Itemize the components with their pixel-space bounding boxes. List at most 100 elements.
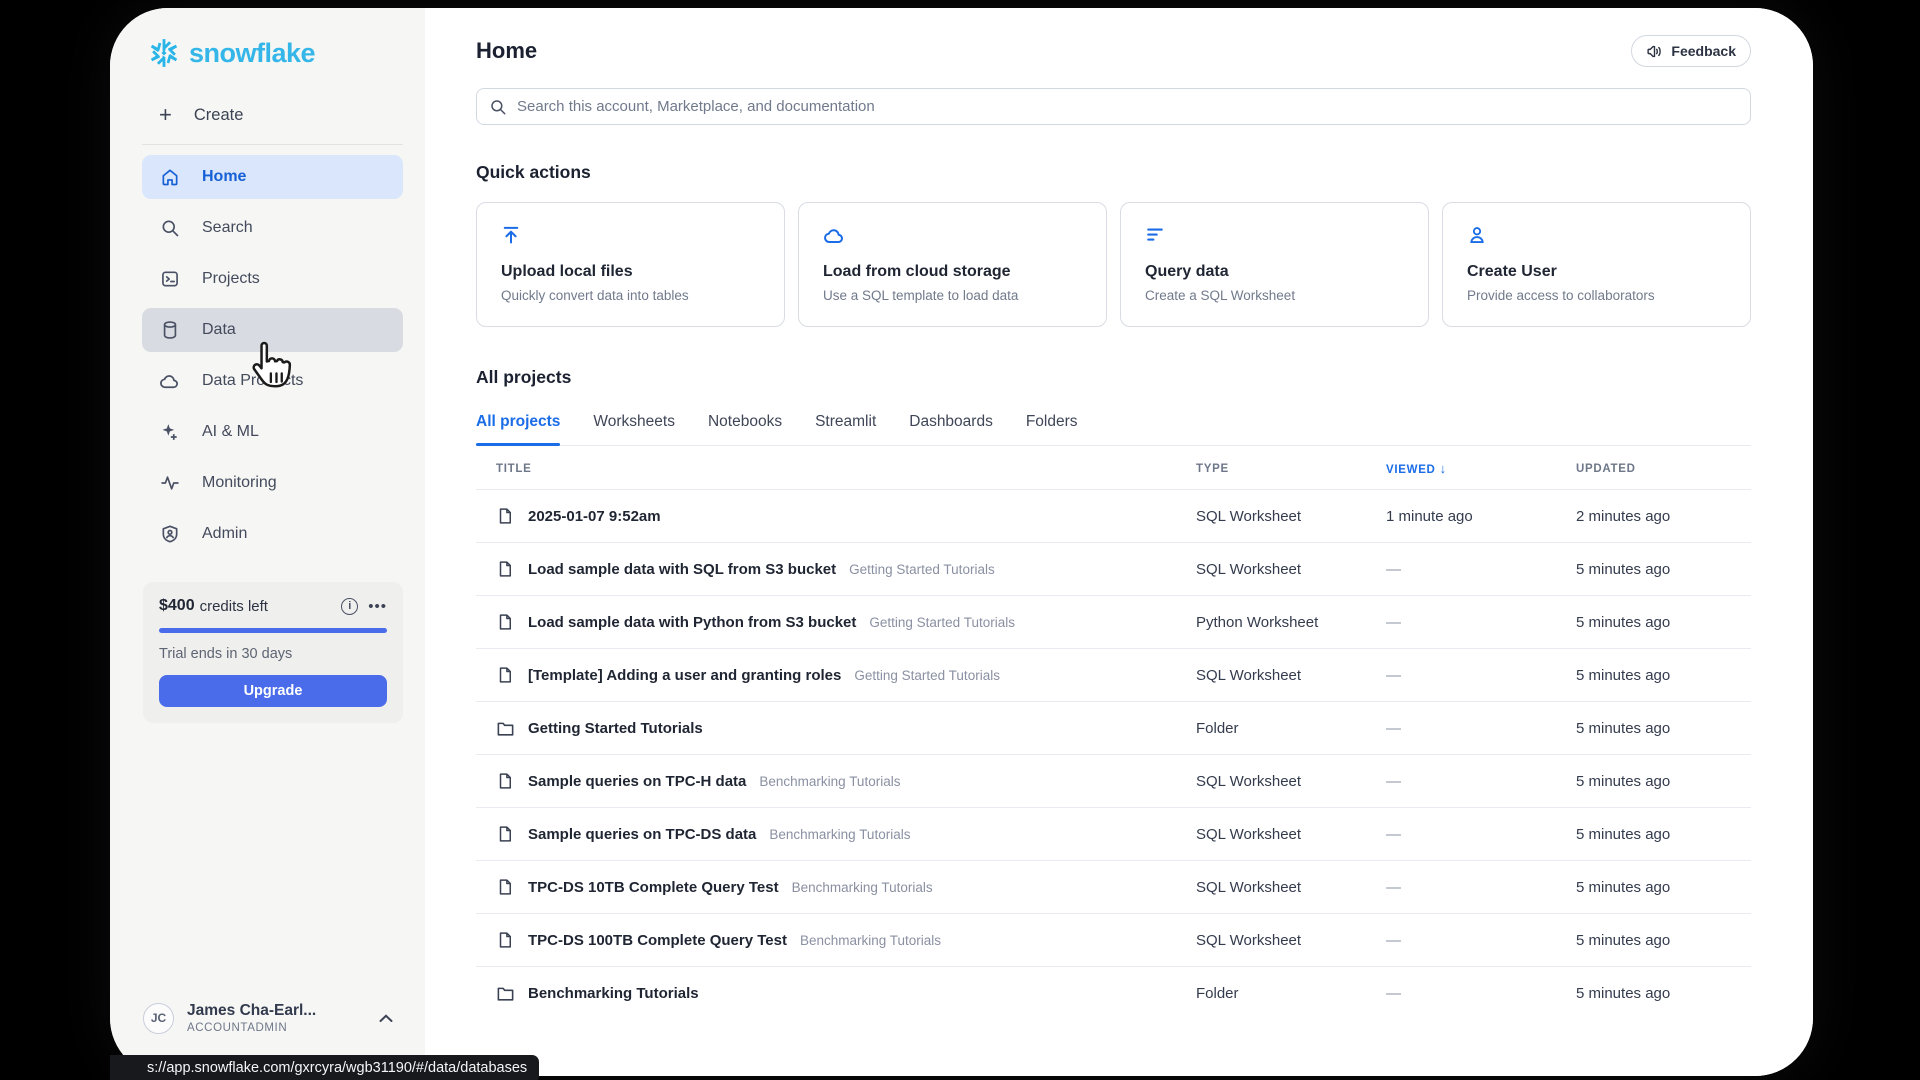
user-role: ACCOUNTADMIN: [187, 1022, 316, 1034]
row-viewed: —: [1386, 561, 1576, 578]
row-title: [Template] Adding a user and granting ro…: [528, 667, 841, 684]
sidebar: snowflake + Create Home Search: [110, 8, 425, 1076]
avatar: JC: [143, 1003, 174, 1034]
row-title: 2025-01-07 9:52am: [528, 508, 661, 525]
row-updated: 2 minutes ago: [1576, 508, 1751, 525]
row-title: Load sample data with SQL from S3 bucket: [528, 561, 836, 578]
logo-wordmark: snowflake: [189, 38, 315, 69]
row-badge: Getting Started Tutorials: [849, 562, 995, 577]
user-menu[interactable]: JC James Cha-Earl... ACCOUNTADMIN: [143, 1002, 393, 1034]
row-viewed: —: [1386, 985, 1576, 1002]
row-updated: 5 minutes ago: [1576, 614, 1751, 631]
row-viewed: —: [1386, 720, 1576, 737]
table-row[interactable]: Benchmarking Tutorials Folder — 5 minute…: [476, 966, 1751, 1019]
row-type: SQL Worksheet: [1196, 826, 1386, 843]
sidebar-item-search[interactable]: Search: [142, 206, 403, 250]
credits-label: credits left: [200, 598, 268, 615]
row-updated: 5 minutes ago: [1576, 985, 1751, 1002]
table-row[interactable]: TPC-DS 10TB Complete Query Test Benchmar…: [476, 860, 1751, 913]
tab-worksheets[interactable]: Worksheets: [593, 413, 675, 445]
tab-notebooks[interactable]: Notebooks: [708, 413, 782, 445]
feedback-button[interactable]: Feedback: [1631, 35, 1751, 67]
column-header-updated[interactable]: UPDATED: [1576, 463, 1751, 475]
row-badge: Benchmarking Tutorials: [792, 880, 933, 895]
more-options-icon[interactable]: •••: [368, 598, 387, 615]
table-row[interactable]: 2025-01-07 9:52am SQL Worksheet 1 minute…: [476, 489, 1751, 542]
document-icon: [496, 560, 515, 579]
sidebar-item-ai-ml[interactable]: AI & ML: [142, 410, 403, 454]
tab-folders[interactable]: Folders: [1026, 413, 1078, 445]
document-icon: [496, 613, 515, 632]
row-updated: 5 minutes ago: [1576, 720, 1751, 737]
row-viewed: —: [1386, 879, 1576, 896]
row-type: Folder: [1196, 985, 1386, 1002]
upload-icon: [501, 225, 760, 247]
row-badge: Benchmarking Tutorials: [800, 933, 941, 948]
row-badge: Benchmarking Tutorials: [769, 827, 910, 842]
card-create-user[interactable]: Create User Provide access to collaborat…: [1442, 202, 1751, 327]
row-type: SQL Worksheet: [1196, 932, 1386, 949]
row-updated: 5 minutes ago: [1576, 561, 1751, 578]
tab-streamlit[interactable]: Streamlit: [815, 413, 876, 445]
sidebar-item-admin[interactable]: Admin: [142, 512, 403, 556]
all-projects-heading: All projects: [476, 367, 1751, 388]
document-icon: [496, 931, 515, 950]
database-icon: [159, 320, 180, 341]
row-viewed: —: [1386, 667, 1576, 684]
sidebar-item-monitoring[interactable]: Monitoring: [142, 461, 403, 505]
row-updated: 5 minutes ago: [1576, 773, 1751, 790]
row-badge: Getting Started Tutorials: [869, 615, 1015, 630]
sidebar-item-projects[interactable]: Projects: [142, 257, 403, 301]
sidebar-item-data-products[interactable]: Data Products: [142, 359, 403, 403]
tab-all-projects[interactable]: All projects: [476, 413, 560, 445]
card-upload-local-files[interactable]: Upload local files Quickly convert data …: [476, 202, 785, 327]
row-viewed: 1 minute ago: [1386, 508, 1576, 525]
projects-table: TITLE TYPE VIEWED↓ UPDATED 2025-01-07 9:…: [476, 448, 1751, 1019]
row-badge: Getting Started Tutorials: [854, 668, 1000, 683]
main-content: Home Feedback Quick actions Upload local…: [425, 8, 1813, 1076]
column-header-viewed[interactable]: VIEWED↓: [1386, 461, 1576, 476]
sidebar-item-home[interactable]: Home: [142, 155, 403, 199]
row-type: SQL Worksheet: [1196, 667, 1386, 684]
column-header-type[interactable]: TYPE: [1196, 463, 1386, 475]
info-icon[interactable]: i: [341, 598, 358, 615]
row-viewed: —: [1386, 773, 1576, 790]
sidebar-item-data[interactable]: Data: [142, 308, 403, 352]
page-title: Home: [476, 38, 537, 64]
upgrade-button[interactable]: Upgrade: [159, 675, 387, 707]
row-title: TPC-DS 10TB Complete Query Test: [528, 879, 779, 896]
search-input[interactable]: [517, 98, 1738, 115]
table-row[interactable]: [Template] Adding a user and granting ro…: [476, 648, 1751, 701]
table-row[interactable]: Load sample data with Python from S3 buc…: [476, 595, 1751, 648]
document-icon: [496, 507, 515, 526]
table-row[interactable]: Getting Started Tutorials Folder — 5 min…: [476, 701, 1751, 754]
table-row[interactable]: Sample queries on TPC-H data Benchmarkin…: [476, 754, 1751, 807]
credits-progress-bar: [159, 628, 387, 633]
row-type: Folder: [1196, 720, 1386, 737]
credits-amount: $400: [159, 597, 195, 615]
row-title: TPC-DS 100TB Complete Query Test: [528, 932, 787, 949]
card-load-cloud-storage[interactable]: Load from cloud storage Use a SQL templa…: [798, 202, 1107, 327]
row-title: Getting Started Tutorials: [528, 720, 703, 737]
snowflake-logo: snowflake: [147, 36, 425, 70]
tab-dashboards[interactable]: Dashboards: [909, 413, 993, 445]
row-viewed: —: [1386, 614, 1576, 631]
create-button[interactable]: + Create: [159, 100, 403, 130]
search-icon: [489, 98, 507, 116]
row-updated: 5 minutes ago: [1576, 879, 1751, 896]
status-url-tooltip: s://app.snowflake.com/gxrcyra/wgb31190/#…: [110, 1055, 539, 1080]
row-updated: 5 minutes ago: [1576, 667, 1751, 684]
document-icon: [496, 878, 515, 897]
table-row[interactable]: Load sample data with SQL from S3 bucket…: [476, 542, 1751, 595]
table-row[interactable]: TPC-DS 100TB Complete Query Test Benchma…: [476, 913, 1751, 966]
create-label: Create: [194, 106, 244, 125]
table-row[interactable]: Sample queries on TPC-DS data Benchmarki…: [476, 807, 1751, 860]
column-header-title[interactable]: TITLE: [496, 463, 1196, 475]
document-icon: [496, 825, 515, 844]
table-body: 2025-01-07 9:52am SQL Worksheet 1 minute…: [476, 489, 1751, 1019]
row-type: SQL Worksheet: [1196, 879, 1386, 896]
document-icon: [496, 772, 515, 791]
sparkles-icon: [159, 422, 180, 443]
card-query-data[interactable]: Query data Create a SQL Worksheet: [1120, 202, 1429, 327]
folder-icon: [496, 984, 515, 1003]
